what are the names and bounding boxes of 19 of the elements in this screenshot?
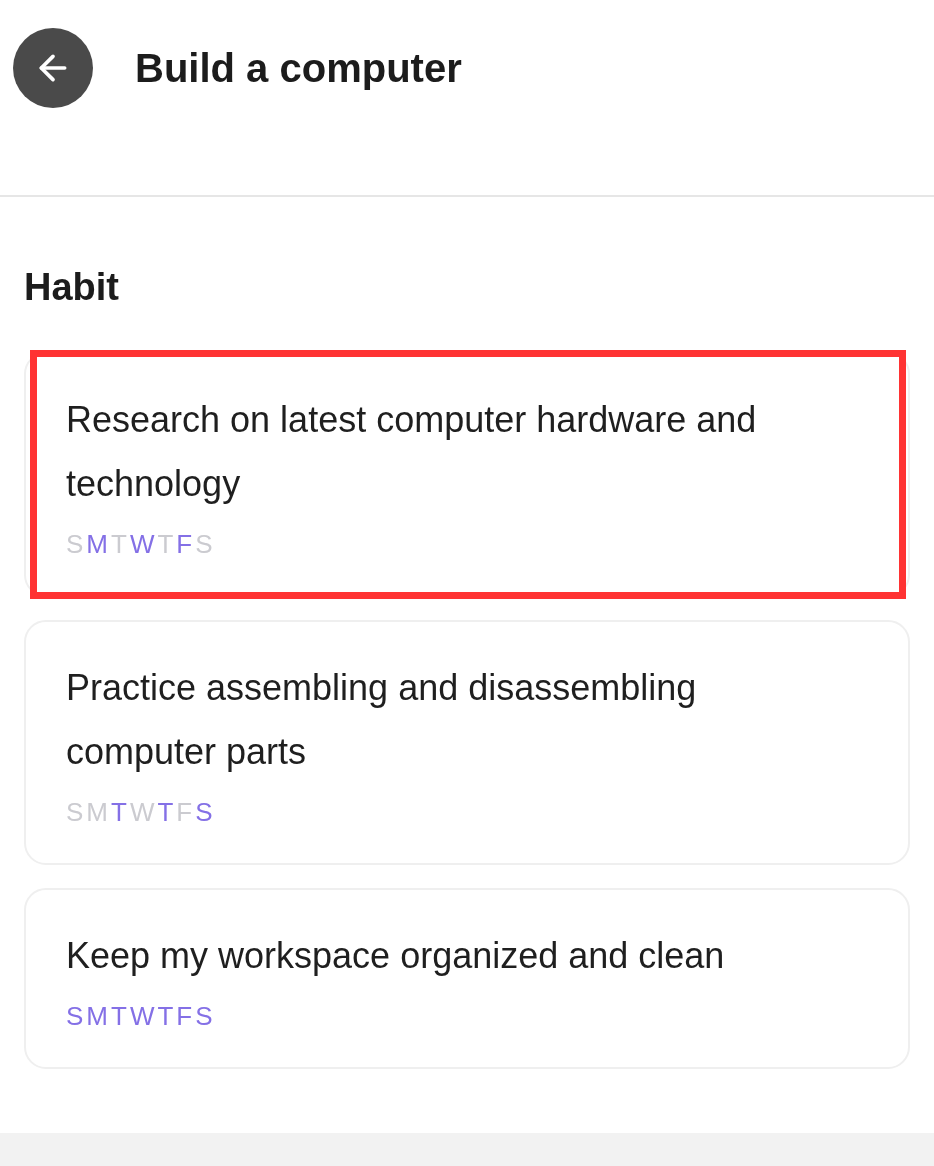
day-letter: M: [86, 528, 108, 560]
habit-title: Keep my workspace organized and clean: [66, 934, 726, 978]
day-letter: M: [86, 1000, 108, 1032]
day-letter: T: [111, 1000, 127, 1032]
day-letter: S: [66, 1000, 84, 1032]
section-title: Habit: [24, 265, 119, 310]
habit-title: Research on latest computer hardware and technology: [66, 398, 758, 506]
habit-card[interactable]: Keep my workspace organized and clean S MTWTFS: [24, 888, 910, 1069]
day-letter: F: [176, 1000, 193, 1032]
day-letter: T: [157, 1000, 174, 1032]
day-letter: T: [157, 796, 174, 828]
day-letter: S: [195, 1000, 213, 1032]
habit-title: Practice assembling and disassembling computer parts: [66, 666, 698, 774]
day-letter: F: [176, 528, 193, 560]
day-letter: W: [129, 1000, 155, 1032]
page-title: Build a computer: [135, 45, 462, 92]
day-letter: W: [129, 528, 155, 560]
day-letter: S: [195, 796, 213, 828]
day-letter: T: [111, 796, 127, 828]
